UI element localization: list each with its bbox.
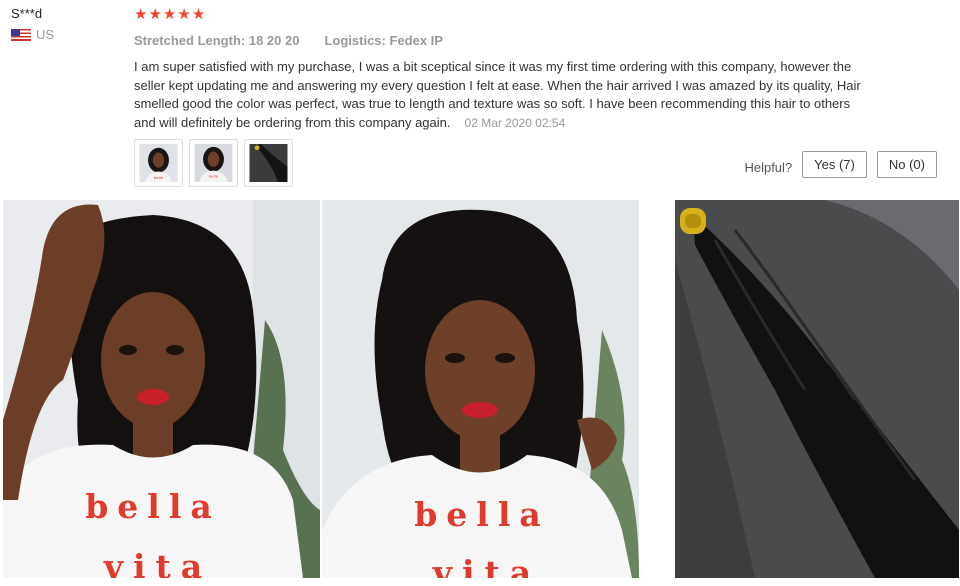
review-date: 02 Mar 2020 02:54 bbox=[464, 115, 566, 130]
star-rating: ★ ★ ★ ★ ★ bbox=[134, 6, 939, 24]
review-photo-1[interactable]: bella vita bbox=[3, 200, 320, 578]
review-photo-2[interactable]: bella vita bbox=[322, 200, 639, 578]
review-attributes: Stretched Length: 18 20 20 Logistics: Fe… bbox=[134, 33, 939, 48]
star-icon: ★ bbox=[148, 6, 162, 23]
helpful-voting: Helpful? Yes (7) No (0) bbox=[744, 151, 937, 178]
shirt-text-line1: bella bbox=[85, 487, 221, 526]
review-thumbnails: bella bella bbox=[134, 139, 293, 187]
thumbnail-woman-curly-bob-2[interactable]: bella bbox=[189, 139, 238, 187]
helpful-yes-button[interactable]: Yes (7) bbox=[802, 151, 867, 178]
star-icon: ★ bbox=[177, 6, 191, 23]
helpful-label: Helpful? bbox=[744, 160, 793, 175]
reviewer-info: S***d US bbox=[11, 6, 54, 42]
svg-text:bella: bella bbox=[209, 173, 218, 178]
shirt-text-line2: vita bbox=[103, 547, 212, 578]
review-body: ★ ★ ★ ★ ★ Stretched Length: 18 20 20 Log… bbox=[134, 6, 939, 132]
reviewer-country: US bbox=[11, 27, 54, 42]
reviewer-name: S***d bbox=[11, 6, 43, 21]
review-photo-3[interactable] bbox=[675, 200, 959, 578]
thumbnail-woman-curly-bob-1[interactable]: bella bbox=[134, 139, 183, 187]
helpful-no-button[interactable]: No (0) bbox=[876, 151, 937, 178]
shirt-text-line2: vita bbox=[432, 553, 541, 578]
attribute-logistics: Logistics: Fedex IP bbox=[324, 33, 443, 48]
shirt-text-line1: bella bbox=[414, 495, 550, 534]
attribute-stretched-length: Stretched Length: 18 20 20 bbox=[134, 33, 300, 48]
svg-text:bella: bella bbox=[154, 175, 163, 180]
review-text: I am super satisfied with my purchase, I… bbox=[134, 59, 861, 130]
thumbnail-curly-hair-bundle[interactable] bbox=[244, 139, 293, 187]
star-icon: ★ bbox=[191, 6, 206, 23]
country-code: US bbox=[36, 27, 55, 42]
us-flag-icon bbox=[11, 28, 31, 41]
star-icon: ★ bbox=[134, 6, 148, 23]
star-icon: ★ bbox=[162, 6, 177, 23]
